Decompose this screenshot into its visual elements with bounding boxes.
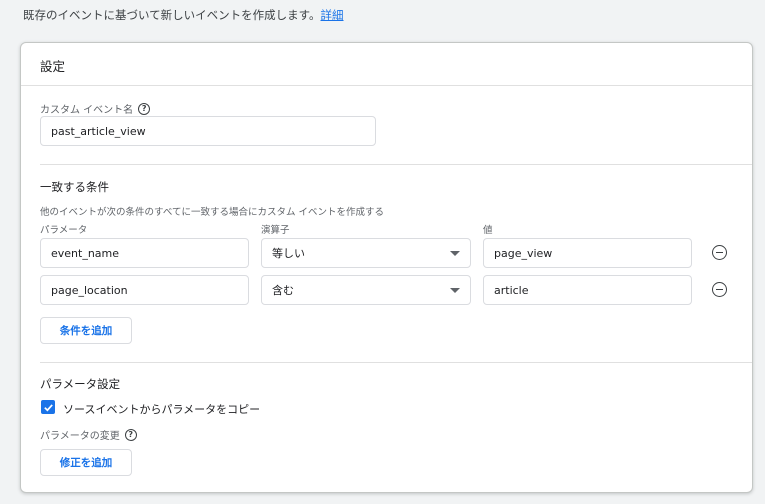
dropdown-arrow-icon: [450, 250, 460, 256]
add-condition-button[interactable]: 条件を追加: [40, 317, 132, 344]
condition-operator-value: 等しい: [272, 247, 305, 260]
add-modification-button[interactable]: 修正を追加: [40, 449, 132, 476]
condition-value-input[interactable]: page_view: [483, 238, 692, 268]
condition-operator-select[interactable]: 含む: [261, 275, 471, 305]
learn-more-link[interactable]: 詳細: [321, 8, 344, 22]
modify-params-label: パラメータの変更 ?: [40, 427, 137, 442]
condition-param-input[interactable]: event_name: [40, 238, 249, 268]
remove-condition-icon[interactable]: [712, 245, 727, 260]
condition-param-value: page_location: [51, 283, 128, 297]
conditions-description: 他のイベントが次の条件のすべてに一致する場合にカスタム イベントを作成する: [40, 207, 384, 218]
intro-text: 既存のイベントに基づいて新しいイベントを作成します。詳細: [23, 7, 344, 23]
card-header: 設定: [21, 43, 752, 86]
custom-event-label: カスタム イベント名 ?: [40, 101, 151, 116]
divider: [40, 362, 752, 363]
help-icon[interactable]: ?: [138, 102, 151, 115]
modify-params-label-text: パラメータの変更: [40, 431, 120, 442]
condition-operator-value: 含む: [272, 284, 294, 297]
column-label-value: 値: [483, 225, 493, 236]
condition-value-input[interactable]: article: [483, 275, 692, 305]
condition-param-value: event_name: [51, 246, 120, 260]
condition-value-value: page_view: [494, 246, 553, 260]
column-label-parameter: パラメータ: [40, 225, 88, 236]
dropdown-arrow-icon: [450, 287, 460, 293]
card-title: 設定: [40, 59, 66, 74]
help-icon[interactable]: ?: [124, 428, 137, 441]
condition-param-input[interactable]: page_location: [40, 275, 249, 305]
divider: [40, 164, 752, 165]
parameter-settings-title: パラメータ設定: [40, 377, 121, 391]
copy-params-checkbox[interactable]: [41, 400, 55, 414]
remove-condition-icon[interactable]: [712, 282, 727, 297]
checkmark-icon: [43, 403, 53, 412]
copy-params-label: ソースイベントからパラメータをコピー: [63, 403, 261, 416]
conditions-title: 一致する条件: [40, 180, 109, 194]
column-label-operator: 演算子: [261, 225, 290, 236]
settings-card: 設定 カスタム イベント名 ? past_article_view 一致する条件…: [20, 42, 753, 493]
custom-event-label-text: カスタム イベント名: [40, 105, 134, 116]
condition-value-value: article: [494, 283, 529, 297]
condition-operator-select[interactable]: 等しい: [261, 238, 471, 268]
custom-event-name-input[interactable]: past_article_view: [40, 116, 376, 146]
intro-description: 既存のイベントに基づいて新しいイベントを作成します。: [23, 8, 321, 22]
custom-event-name-value: past_article_view: [51, 124, 146, 138]
